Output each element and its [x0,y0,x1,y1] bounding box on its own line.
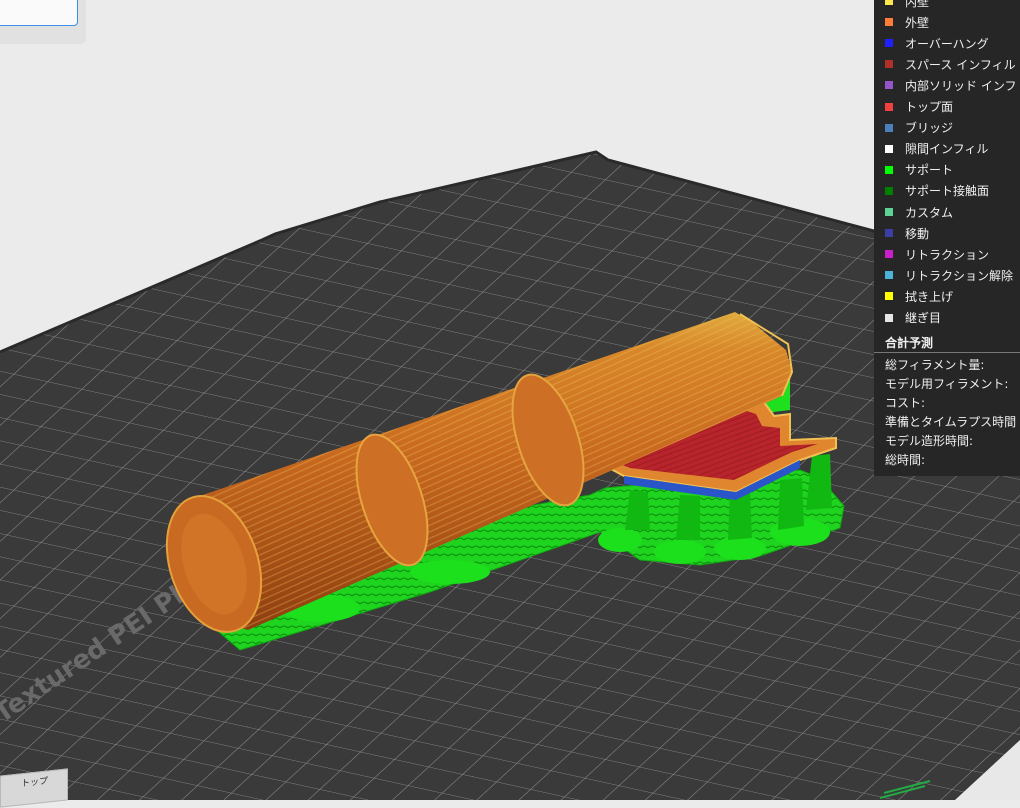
legend-item: 継ぎ目 [882,309,941,327]
legend-swatch [885,208,893,216]
legend-item-label: サポート [905,163,954,178]
legend-item-label: 拭き上げ [905,289,954,304]
legend-item-label: カスタム [905,205,954,220]
legend-swatch [885,39,893,48]
legend-item-label: リトラクション解除 [905,268,1014,283]
legend-panel: 内壁外壁オーバーハングスパース インフィル 内部ソリッド インフ トップ面ブリッジ隙… [874,0,1020,476]
legend-item: トップ面 [882,98,953,116]
legend-swatch [885,313,893,322]
legend-item: 移動 [882,224,929,242]
legend-item: リトラクション [882,245,989,263]
legend-item: リトラクション解除 [882,266,1013,284]
summary-row: モデル用フィラメント: [885,376,1009,391]
legend-item-label: 内部ソリッド インフ [905,78,1017,93]
summary-row: 総時間: [885,452,926,467]
legend-item: ブリッジ [882,119,953,137]
legend-item-label: サポート接触面 [905,184,990,199]
legend-item: 外壁 [882,13,929,31]
summary-row: コスト: [885,395,926,410]
summary-row: 総フィラメント量: [885,357,985,372]
legend-item-label: 継ぎ目 [905,311,942,325]
legend-item: 内部ソリッド インフ [882,76,1016,94]
legend-item-label: 内壁 [905,0,930,9]
legend-item-label: 隙間インフィル [905,142,989,157]
legend-swatch [885,144,893,153]
legend-item-label: リトラクション [905,247,990,262]
legend-swatch [885,123,893,132]
view-cube[interactable]: トップ [0,768,68,808]
view-cube-label: トップ [21,776,49,790]
legend-item: 内壁 [882,0,929,10]
legend-swatch [885,0,893,5]
legend-swatch [885,292,893,301]
legend-swatch [885,60,893,69]
3d-preview-viewport[interactable]: Textured PEI Plate [0,0,1020,800]
legend-swatch [885,102,893,111]
legend-item: サポート [882,161,953,179]
legend-swatch [885,186,893,195]
legend-item-label: スパース インフィル [905,57,1016,72]
legend-item: オーバーハング [882,34,989,52]
legend-swatch [885,250,893,259]
legend-item: 隙間インフィル [882,140,988,158]
summary-divider [874,351,1020,353]
summary-row: モデル造形時間: [885,433,974,448]
legend-item-label: オーバーハング [905,36,989,51]
legend-swatch [885,81,893,90]
legend-swatch [885,229,893,238]
legend-item: 拭き上げ [882,287,953,305]
legend-item: スパース インフィル [882,55,1016,73]
summary-title: 合計予測 [885,335,934,350]
legend-swatch [885,18,893,27]
legend-item: カスタム [882,203,953,221]
legend-item-label: ブリッジ [905,121,954,136]
legend-swatch [885,165,893,174]
legend-item-label: トップ面 [905,100,954,114]
value-input[interactable] [0,0,78,26]
legend-item-label: 移動 [905,226,930,241]
legend-swatch [885,271,893,280]
legend-item-label: 外壁 [905,15,930,30]
legend-item: サポート接触面 [882,182,989,200]
summary-row: 準備とタイムラプス時間 [885,414,1017,429]
